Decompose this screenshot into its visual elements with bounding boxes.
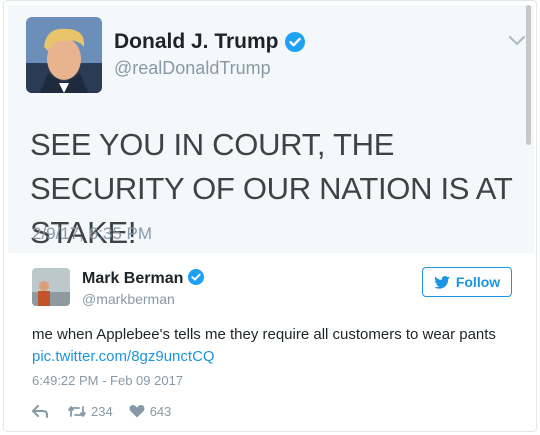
heart-icon xyxy=(129,405,145,418)
retweet-count: 234 xyxy=(91,403,113,419)
chevron-down-icon[interactable] xyxy=(508,35,526,47)
author-handle[interactable]: @markberman xyxy=(82,291,175,307)
twitter-bird-icon xyxy=(434,275,450,289)
follow-button[interactable]: Follow xyxy=(422,267,512,297)
author-name[interactable]: Donald J. Trump xyxy=(114,30,305,54)
verified-icon xyxy=(284,32,305,53)
tweet-timestamp[interactable]: 6:49:22 PM - Feb 09 2017 xyxy=(32,373,183,388)
avatar[interactable] xyxy=(32,268,70,306)
retweet-icon xyxy=(68,405,86,417)
tweet-text: me when Applebee's tells me they require… xyxy=(32,326,496,365)
like-button[interactable]: 643 xyxy=(129,403,172,419)
scrollbar[interactable] xyxy=(526,5,531,145)
verified-icon xyxy=(188,269,205,285)
media-link[interactable]: pic.twitter.com/8gz9unctCQ xyxy=(32,348,215,365)
like-count: 643 xyxy=(149,403,172,419)
reply-button[interactable] xyxy=(32,404,62,418)
avatar[interactable] xyxy=(26,17,102,93)
author-handle[interactable]: @realDonaldTrump xyxy=(114,58,271,79)
reply-icon xyxy=(32,404,48,418)
embedded-tweet-card: Donald J. Trump @realDonaldTrump SEE YOU… xyxy=(3,0,537,432)
tweet-actions: 234 643 xyxy=(32,402,171,420)
author-name[interactable]: Mark Berman xyxy=(82,269,205,288)
retweet-button[interactable]: 234 xyxy=(68,404,113,419)
tweet-timestamp[interactable]: 2/9/17, 6:35 PM xyxy=(32,224,152,244)
quoted-tweet[interactable]: Donald J. Trump @realDonaldTrump SEE YOU… xyxy=(8,5,534,253)
